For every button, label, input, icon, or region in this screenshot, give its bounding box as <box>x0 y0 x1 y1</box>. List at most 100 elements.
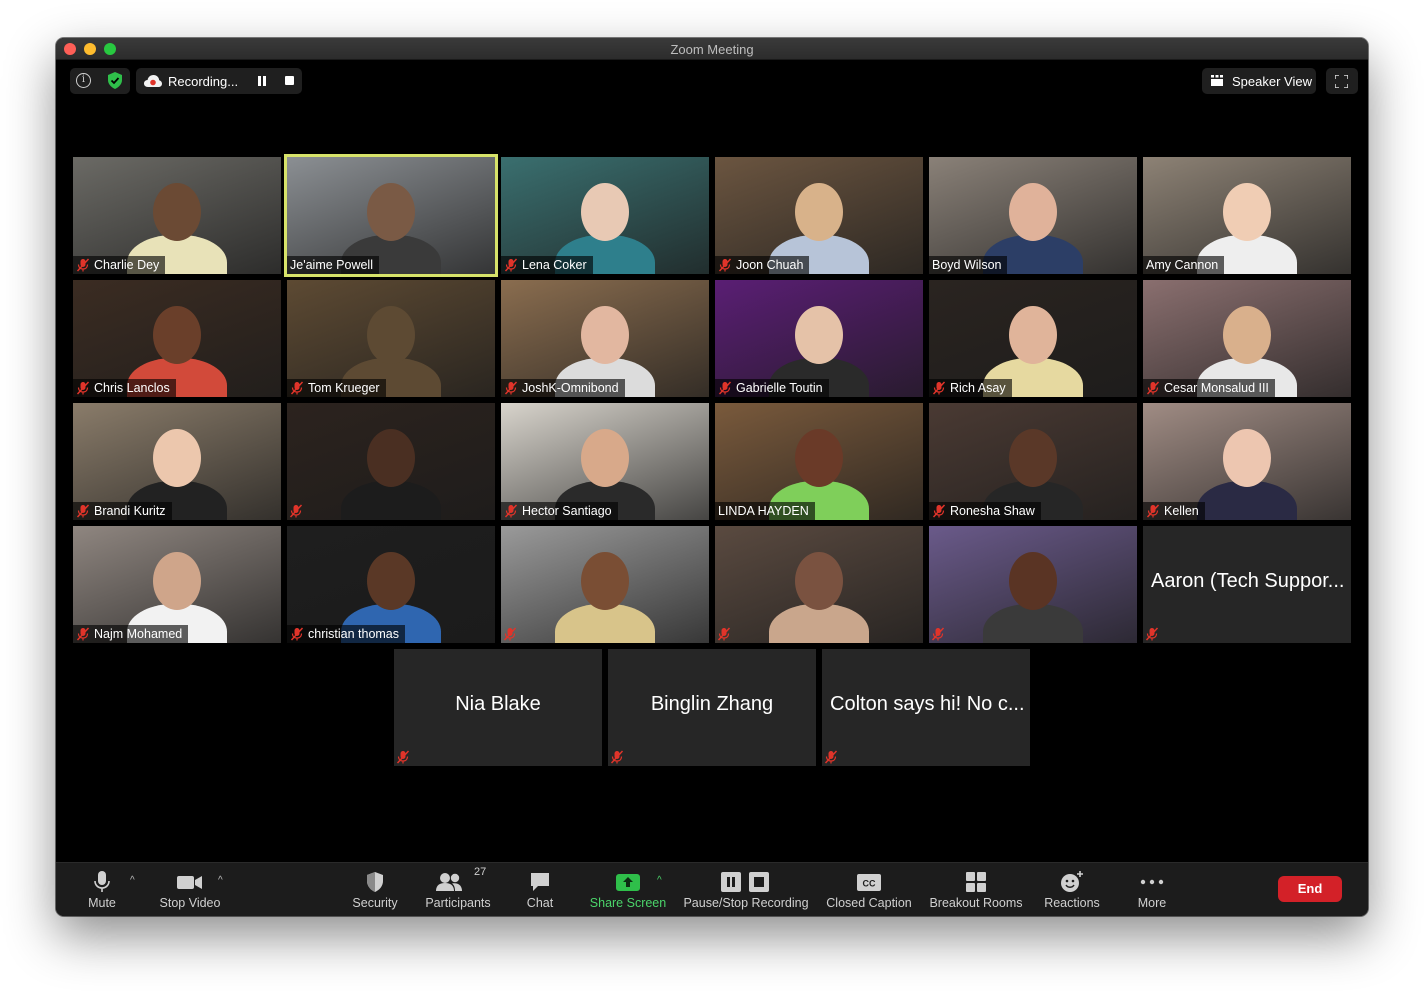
participant-tile[interactable] <box>287 403 495 520</box>
svg-text:CC: CC <box>863 879 876 889</box>
participant-name: Je'aime Powell <box>290 258 373 272</box>
participant-name: Chris Lanclos <box>94 381 170 395</box>
participant-tile[interactable]: Rich Asay <box>929 280 1137 397</box>
participant-tile[interactable] <box>501 526 709 643</box>
muted-mic-icon <box>503 627 517 641</box>
participant-name: Tom Krueger <box>308 381 380 395</box>
muted-mic-icon <box>290 381 304 395</box>
participant-name: Amy Cannon <box>1146 258 1219 272</box>
participant-tile[interactable]: Kellen <box>1143 403 1351 520</box>
participant-tile[interactable]: Joon Chuah <box>715 157 923 274</box>
muted-mic-icon <box>504 258 518 272</box>
reactions-label: Reactions <box>1044 896 1100 910</box>
participant-name-tag: Hector Santiago <box>501 502 618 520</box>
participant-tile[interactable]: Aaron (Tech Suppor... <box>1143 526 1351 643</box>
participant-name-tag: Rich Asay <box>929 379 1012 397</box>
more-button[interactable]: More <box>1130 863 1174 916</box>
participant-tile[interactable]: LINDA HAYDEN <box>715 403 923 520</box>
chat-bubble-icon <box>531 873 549 891</box>
participant-tile[interactable]: Hector Santiago <box>501 403 709 520</box>
video-camera-icon <box>177 876 202 889</box>
video-options-caret-icon[interactable]: ^ <box>218 875 223 886</box>
participant-name: Cesar Monsalud III <box>1164 381 1269 395</box>
participant-tile[interactable]: Cesar Monsalud III <box>1143 280 1351 397</box>
participant-tile[interactable] <box>929 526 1137 643</box>
end-meeting-button[interactable]: End <box>1278 876 1342 902</box>
muted-mic-icon <box>396 750 410 764</box>
audio-options-caret-icon[interactable]: ^ <box>130 875 135 886</box>
participant-tile[interactable]: Lena Coker <box>501 157 709 274</box>
participant-tile[interactable]: Binglin Zhang <box>608 649 816 766</box>
muted-mic-icon <box>504 381 518 395</box>
participant-tile[interactable]: christian thomas <box>287 526 495 643</box>
participant-tile[interactable]: Charlie Dey <box>73 157 281 274</box>
participant-tile[interactable]: Nia Blake <box>394 649 602 766</box>
participant-name-tag: Tom Krueger <box>287 379 386 397</box>
share-options-caret-icon[interactable]: ^ <box>657 875 662 886</box>
participant-display-name: Binglin Zhang <box>650 693 774 715</box>
participant-name: Brandi Kuritz <box>94 504 166 518</box>
breakout-rooms-label: Breakout Rooms <box>929 896 1023 910</box>
participant-tile[interactable]: Gabrielle Toutin <box>715 280 923 397</box>
participant-name: LINDA HAYDEN <box>718 504 809 518</box>
security-button[interactable]: Security <box>346 863 404 916</box>
participant-tile[interactable]: JoshK-Omnibond <box>501 280 709 397</box>
participant-name: Joon Chuah <box>736 258 804 272</box>
mute-button[interactable]: Mute <box>74 863 130 916</box>
muted-mic-icon <box>1146 381 1160 395</box>
participants-button[interactable]: 27 Participants <box>420 863 496 916</box>
participant-name: Lena Coker <box>522 258 587 272</box>
participant-name: JoshK-Omnibond <box>522 381 619 395</box>
shield-icon <box>367 872 383 892</box>
participant-name-tag: Boyd Wilson <box>929 256 1008 274</box>
muted-mic-icon <box>932 381 946 395</box>
participant-name-tag: christian thomas <box>287 625 406 643</box>
participant-name-tag: Najm Mohamed <box>73 625 189 643</box>
mute-label: Mute <box>88 896 116 910</box>
participant-tile[interactable] <box>715 526 923 643</box>
participant-name-tag: LINDA HAYDEN <box>715 502 815 520</box>
participant-display-name: Colton says hi! No c... <box>830 693 1025 715</box>
muted-mic-icon <box>76 504 90 518</box>
participant-tile[interactable]: Ronesha Shaw <box>929 403 1137 520</box>
muted-mic-icon <box>717 627 731 641</box>
muted-mic-icon <box>824 750 838 764</box>
pause-stop-recording-button[interactable]: Pause/Stop Recording <box>682 863 810 916</box>
participant-tile[interactable]: Boyd Wilson <box>929 157 1137 274</box>
muted-mic-icon <box>1146 504 1160 518</box>
participant-tile[interactable]: Najm Mohamed <box>73 526 281 643</box>
participant-tile[interactable]: Amy Cannon <box>1143 157 1351 274</box>
share-screen-arrow-icon <box>616 874 640 891</box>
participant-tile[interactable]: Colton says hi! No c... <box>822 649 1030 766</box>
share-screen-button[interactable]: Share Screen <box>586 863 670 916</box>
participant-name-tag: Lena Coker <box>501 256 593 274</box>
participant-name-tag: Je'aime Powell <box>287 256 379 274</box>
participant-tile[interactable]: Tom Krueger <box>287 280 495 397</box>
participant-name-tag: Gabrielle Toutin <box>715 379 829 397</box>
closed-caption-button[interactable]: CC Closed Caption <box>824 863 914 916</box>
more-dots-icon <box>1140 879 1164 885</box>
participant-name-tag: Amy Cannon <box>1143 256 1225 274</box>
participant-name-tag: Brandi Kuritz <box>73 502 172 520</box>
breakout-rooms-button[interactable]: Breakout Rooms <box>928 863 1024 916</box>
share-screen-label: Share Screen <box>589 896 667 910</box>
participant-tile[interactable]: Brandi Kuritz <box>73 403 281 520</box>
chat-button[interactable]: Chat <box>518 863 562 916</box>
stop-video-button[interactable]: Stop Video <box>152 863 228 916</box>
participant-name: christian thomas <box>308 627 400 641</box>
meeting-controls-toolbar: Mute ^ Stop Video ^ Security 27 Particip… <box>56 862 1368 916</box>
participant-name: Boyd Wilson <box>932 258 1002 272</box>
participant-name: Rich Asay <box>950 381 1006 395</box>
reactions-button[interactable]: Reactions <box>1040 863 1104 916</box>
participant-display-name: Nia Blake <box>455 693 541 715</box>
muted-mic-icon <box>1145 627 1159 641</box>
participant-display-name: Aaron (Tech Suppor... <box>1151 570 1345 592</box>
participant-name: Najm Mohamed <box>94 627 183 641</box>
participant-name: Kellen <box>1164 504 1199 518</box>
participant-tile[interactable]: Je'aime Powell <box>284 154 498 277</box>
closed-caption-label: Closed Caption <box>826 896 912 910</box>
participant-tile[interactable]: Chris Lanclos <box>73 280 281 397</box>
participant-video <box>929 526 1137 643</box>
participant-name-tag: Joon Chuah <box>715 256 810 274</box>
muted-mic-icon <box>718 381 732 395</box>
